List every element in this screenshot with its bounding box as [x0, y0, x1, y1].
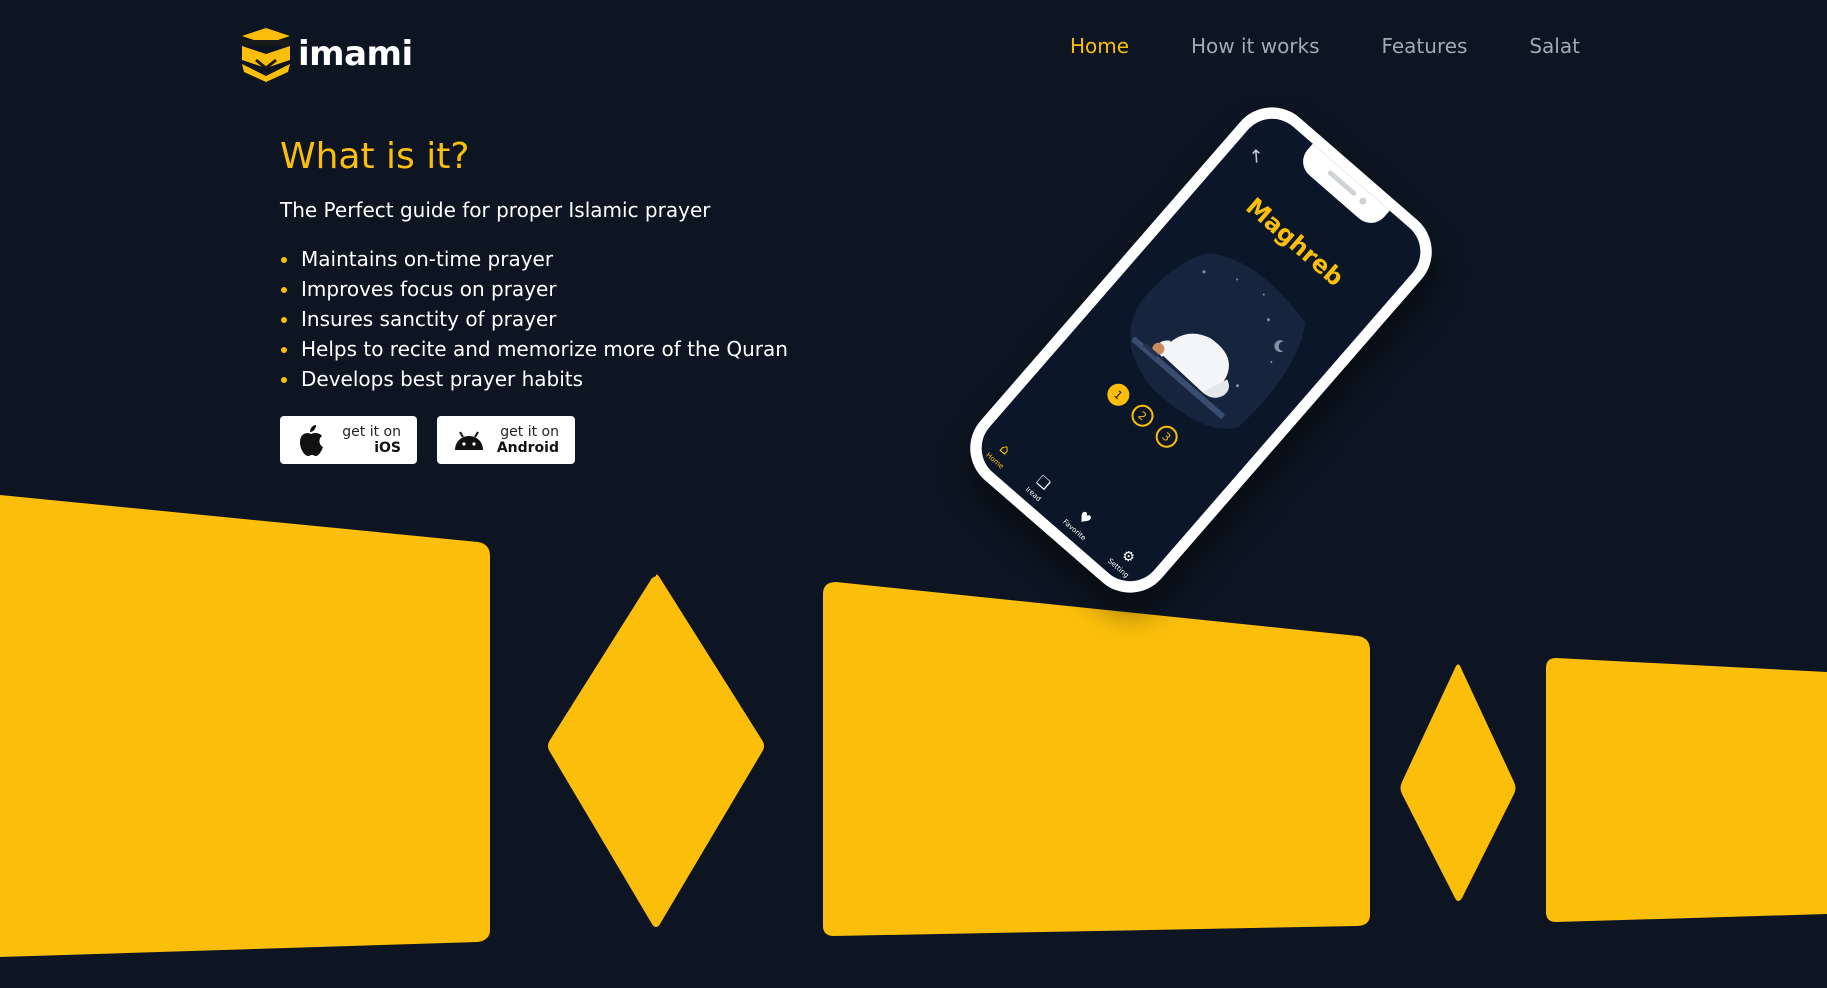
back-arrow-icon[interactable]: ↖ [1244, 143, 1269, 169]
shape-center-panel [823, 582, 1370, 936]
hero-section: What is it? The Perfect guide for proper… [280, 135, 900, 465]
kaaba-logo-icon [242, 28, 290, 82]
android-store-small-label: get it on [500, 424, 559, 441]
android-icon [455, 431, 483, 451]
landing-page: imami Home How it works Features Salat W… [0, 0, 1827, 988]
shape-diamond-small [1400, 664, 1516, 901]
store-buttons: get it on iOS get it on Android [280, 416, 900, 465]
home-icon: ⌂ [996, 440, 1014, 459]
feature-item: Insures sanctity of prayer [280, 304, 900, 334]
phone-camera [1357, 196, 1368, 207]
ios-store-small-label: get it on [342, 424, 401, 441]
feature-item: Maintains on-time prayer [280, 244, 900, 274]
tab-favorite[interactable]: ♥ Favorite [1061, 504, 1100, 543]
gear-icon: ⚙ [1118, 546, 1139, 568]
phone-speaker [1326, 169, 1358, 197]
nav-features[interactable]: Features [1381, 34, 1467, 58]
nav-salat[interactable]: Salat [1529, 34, 1580, 58]
android-store-label: Android [496, 440, 559, 457]
shape-left-panel [0, 495, 490, 957]
android-store-button[interactable]: get it on Android [437, 416, 575, 465]
feature-item: Helps to recite and memorize more of the… [280, 334, 900, 364]
feature-list: Maintains on-time prayer Improves focus … [280, 244, 900, 394]
tab-setting[interactable]: ⚙ Setting [1106, 543, 1143, 580]
decorative-shapes [0, 495, 1827, 957]
shape-diamond-large [548, 574, 764, 927]
read-icon: ❏ [1033, 472, 1053, 494]
apple-icon [300, 425, 323, 457]
shape-right-panel [1546, 658, 1827, 922]
ios-store-button[interactable]: get it on iOS [280, 416, 417, 465]
hero-tagline: The Perfect guide for proper Islamic pra… [280, 198, 711, 223]
feature-item: Improves focus on prayer [280, 274, 900, 304]
brand-logo[interactable]: imami [238, 24, 413, 84]
heart-icon: ♥ [1074, 508, 1095, 529]
feature-item: Develops best prayer habits [280, 364, 900, 394]
tab-home[interactable]: ⌂ Home [984, 437, 1017, 471]
nav-how-it-works[interactable]: How it works [1191, 34, 1320, 58]
brand-name: imami [298, 34, 413, 74]
tab-iread[interactable]: ❏ Iread [1024, 471, 1055, 503]
nav-home[interactable]: Home [1070, 34, 1129, 58]
ios-store-label: iOS [374, 440, 401, 457]
main-nav: Home How it works Features Salat [1070, 34, 1580, 58]
hero-title: What is it? [280, 136, 470, 177]
